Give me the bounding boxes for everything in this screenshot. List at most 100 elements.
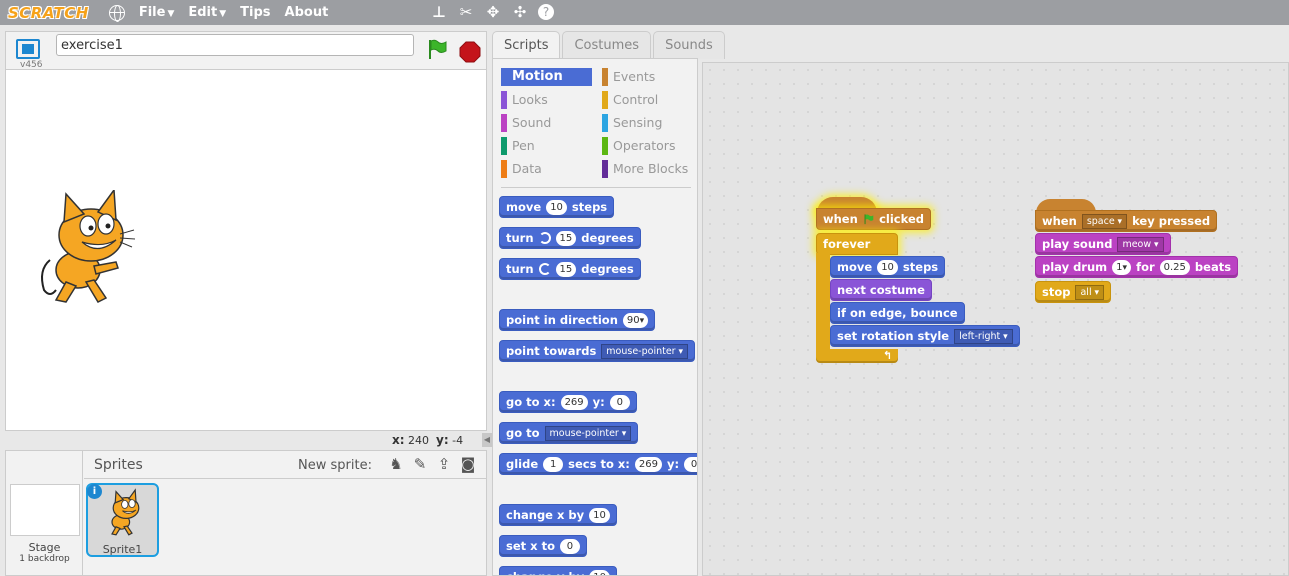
block-go-to[interactable]: go to mouse-pointer <box>499 422 639 444</box>
category-looks[interactable]: Looks <box>501 91 548 109</box>
category-sound[interactable]: Sound <box>501 114 551 132</box>
toolbar: ⊥ ✂ ✥ ✣ ? <box>430 3 554 21</box>
block-glide[interactable]: glide 1 secs to x: 269 y: 0 <box>499 453 697 475</box>
direction-dropdown[interactable]: 90 <box>622 312 649 328</box>
menu-about[interactable]: About <box>285 5 329 20</box>
block-point-towards[interactable]: point towards mouse-pointer <box>499 340 695 362</box>
x-input[interactable]: 269 <box>560 394 588 410</box>
mouse-coordinates: x: 240 y: -4 <box>392 433 464 447</box>
block-play-drum[interactable]: play drum1for0.25beats <box>1035 256 1239 278</box>
key-dropdown[interactable]: space <box>1081 213 1128 229</box>
delete-scissors-icon[interactable]: ✂ <box>457 3 475 21</box>
target-dropdown[interactable]: mouse-pointer <box>544 425 632 441</box>
choose-sprite-library-icon[interactable]: ♞ <box>387 455 405 473</box>
category-pen[interactable]: Pen <box>501 137 535 155</box>
sprite-pane: Stage 1 backdrop Sprites New sprite: ♞ ✎… <box>5 450 487 576</box>
loop-arrow-icon: ↰ <box>883 349 893 362</box>
menu-edit[interactable]: Edit ▼ <box>188 5 226 20</box>
tab-sounds[interactable]: Sounds <box>653 31 725 59</box>
sprites-header: Sprites New sprite: ♞ ✎ ⇪ ◙ <box>84 451 486 479</box>
project-title-input[interactable] <box>56 34 414 56</box>
rotate-counterclockwise-icon <box>538 263 551 275</box>
rotation-style-dropdown[interactable]: left-right <box>954 328 1013 344</box>
block-next-costume[interactable]: next costume <box>830 279 932 301</box>
cat-sprite-icon <box>111 488 140 536</box>
number-input[interactable]: 10 <box>589 507 610 523</box>
chevron-down-icon: ▼ <box>167 9 175 19</box>
category-motion[interactable]: Motion <box>501 68 592 86</box>
category-events[interactable]: Events <box>602 68 655 86</box>
block-when-flag-clicked[interactable]: when clicked <box>816 208 931 230</box>
category-control[interactable]: Control <box>602 91 658 109</box>
drum-dropdown[interactable]: 1 <box>1112 259 1132 275</box>
block-set-x[interactable]: set x to 0 <box>499 535 587 557</box>
info-icon[interactable]: i <box>87 484 102 499</box>
stage-label: Stage <box>28 541 61 554</box>
divider <box>501 187 691 188</box>
duplicate-stamp-icon[interactable]: ⊥ <box>430 3 448 21</box>
language-globe-icon[interactable] <box>108 4 125 22</box>
stage-thumbnail[interactable] <box>10 484 80 536</box>
secs-input[interactable]: 1 <box>543 456 564 472</box>
block-point-in-direction[interactable]: point in direction 90 <box>499 309 656 331</box>
y-input[interactable]: 0 <box>609 394 630 410</box>
cat-sprite-icon[interactable] <box>36 190 136 310</box>
stage-canvas[interactable] <box>5 69 487 431</box>
tab-costumes[interactable]: Costumes <box>562 31 652 59</box>
number-input[interactable]: 15 <box>555 230 577 246</box>
green-flag-icon[interactable] <box>426 38 448 60</box>
sprite-thumbnail-sprite1[interactable]: i Sprite1 <box>86 483 159 557</box>
category-operators[interactable]: Operators <box>602 137 675 155</box>
number-input[interactable]: 0 <box>559 538 580 554</box>
x-input[interactable]: 269 <box>634 456 662 472</box>
category-data[interactable]: Data <box>501 160 542 178</box>
new-sprite-label: New sprite: <box>298 458 372 473</box>
y-input[interactable]: 0 <box>684 456 697 472</box>
block-move-steps[interactable]: move 10 steps <box>499 196 615 218</box>
menu-file[interactable]: File ▼ <box>139 5 175 20</box>
stage-header: v456 <box>5 31 487 70</box>
block-forever[interactable]: forever <box>816 233 898 255</box>
rotate-clockwise-icon <box>538 232 551 244</box>
stop-dropdown[interactable]: all <box>1075 284 1104 300</box>
camera-icon[interactable]: ◙ <box>459 455 477 473</box>
number-input[interactable]: 15 <box>555 261 577 277</box>
stop-sign-icon[interactable] <box>459 41 481 63</box>
chevron-down-icon: ▼ <box>219 9 227 19</box>
sound-dropdown[interactable]: meow <box>1117 236 1164 252</box>
number-input[interactable]: 10 <box>589 569 610 575</box>
collapse-stage-icon[interactable]: ◀ <box>482 433 492 447</box>
block-stop[interactable]: stop all <box>1035 281 1111 303</box>
scripts-area[interactable]: when clicked forever ↰ move 10 steps next … <box>702 62 1289 576</box>
block-go-to-xy[interactable]: go to x: 269 y: 0 <box>499 391 637 413</box>
block-turn-right[interactable]: turn 15 degrees <box>499 227 641 249</box>
menu-tips[interactable]: Tips <box>240 5 270 20</box>
tab-scripts[interactable]: Scripts <box>492 31 561 59</box>
fullscreen-icon[interactable] <box>16 39 40 59</box>
forever-arm <box>816 253 830 353</box>
block-play-sound[interactable]: play sound meow <box>1035 233 1171 255</box>
block-move-steps[interactable]: move 10 steps <box>830 256 946 278</box>
number-input[interactable]: 10 <box>546 199 567 215</box>
block-change-x[interactable]: change x by 10 <box>499 504 617 526</box>
category-more-blocks[interactable]: More Blocks <box>602 160 688 178</box>
target-dropdown[interactable]: mouse-pointer <box>601 343 688 359</box>
help-icon[interactable]: ? <box>538 4 554 20</box>
number-input[interactable]: 10 <box>877 259 898 275</box>
paint-brush-icon[interactable]: ✎ <box>411 455 429 473</box>
grow-icon[interactable]: ✥ <box>484 3 502 21</box>
block-when-key-pressed[interactable]: whenspacekey pressed <box>1035 210 1218 232</box>
scratch-logo[interactable]: SCRATCH <box>8 4 89 22</box>
sprite-name: Sprite1 <box>102 543 143 556</box>
shrink-icon[interactable]: ✣ <box>511 3 529 21</box>
block-set-rotation-style[interactable]: set rotation style left-right <box>830 325 1020 347</box>
category-sensing[interactable]: Sensing <box>602 114 662 132</box>
stage-selector[interactable]: Stage 1 backdrop <box>6 451 83 576</box>
menu-bar: SCRATCH File ▼ Edit ▼ Tips About ⊥ ✂ ✥ ✣ ? <box>0 0 1289 25</box>
backdrop-count: 1 backdrop <box>19 554 70 564</box>
block-turn-left[interactable]: turn 15 degrees <box>499 258 641 280</box>
block-change-y[interactable]: change y by10 <box>499 566 617 575</box>
upload-sprite-icon[interactable]: ⇪ <box>435 455 453 473</box>
block-if-on-edge-bounce[interactable]: if on edge, bounce <box>830 302 965 324</box>
beats-input[interactable]: 0.25 <box>1159 259 1190 275</box>
